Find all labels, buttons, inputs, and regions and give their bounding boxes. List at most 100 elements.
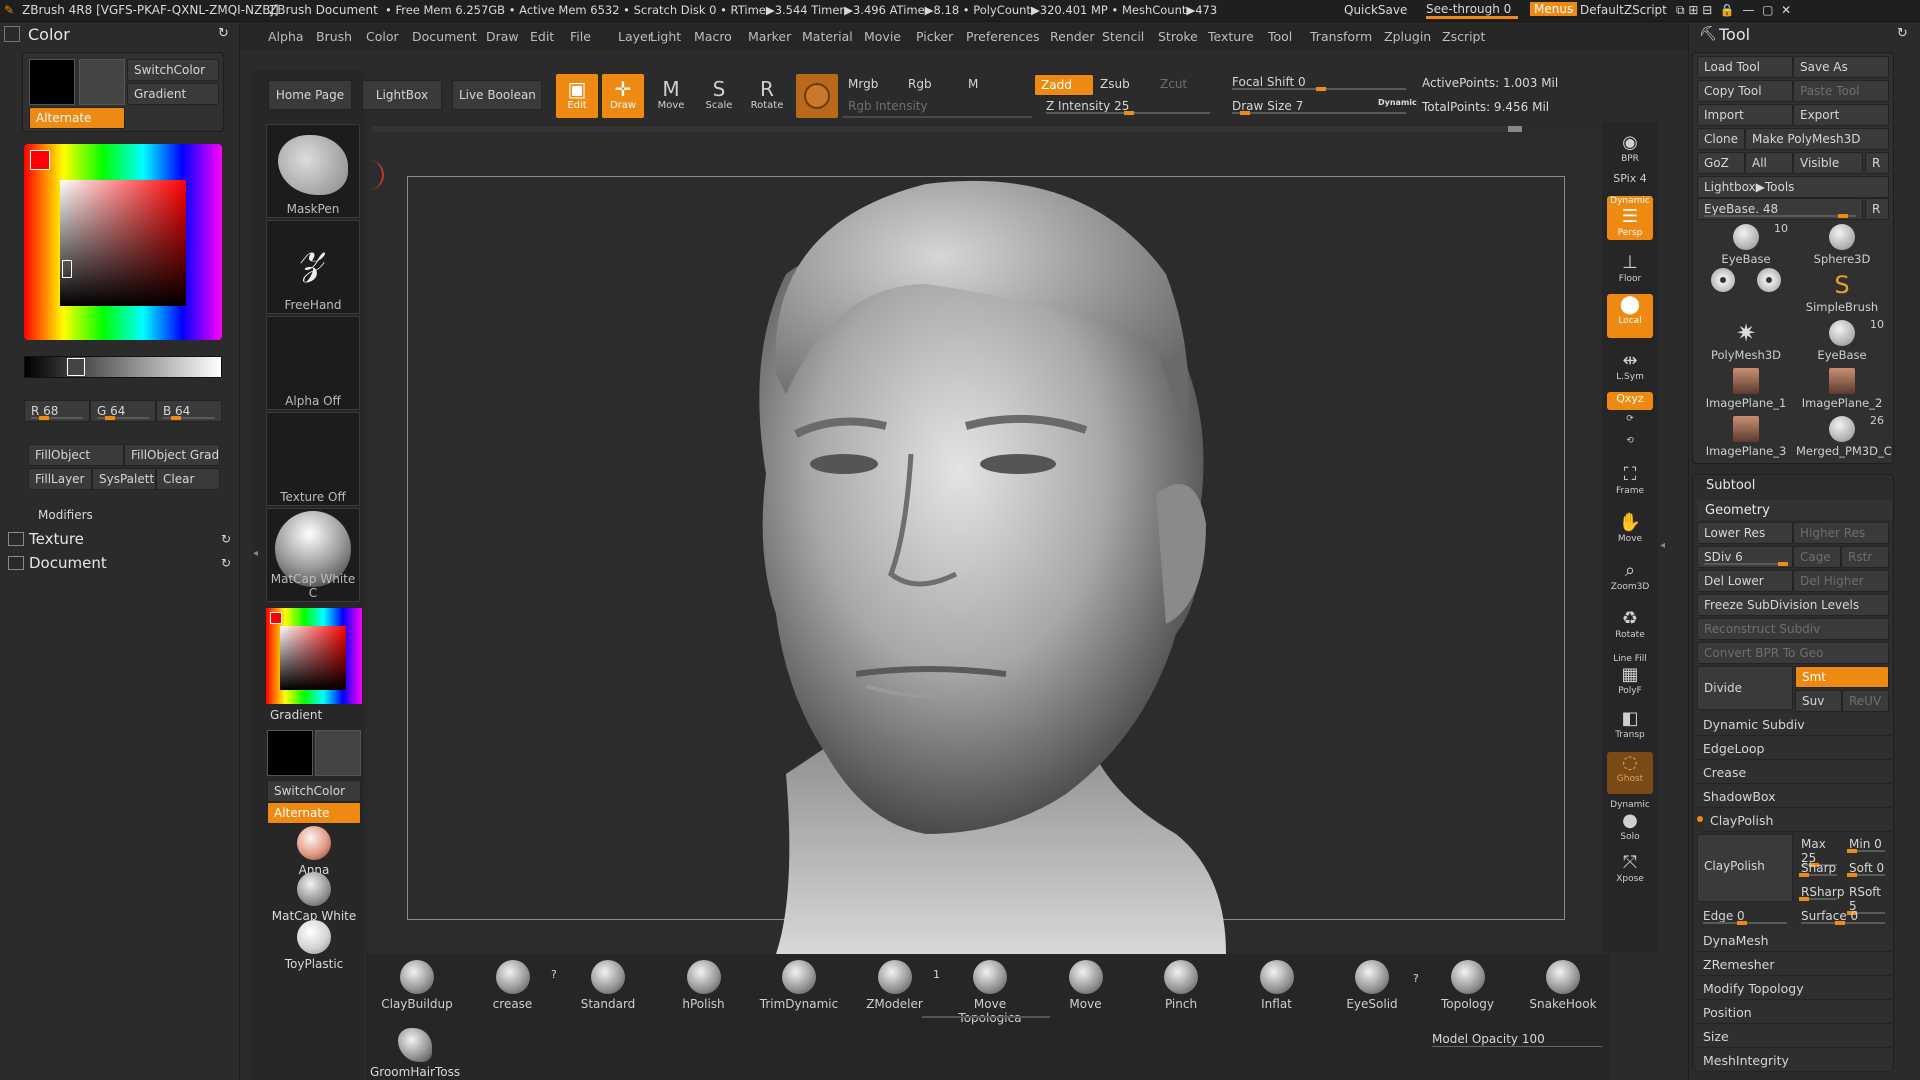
transp-button[interactable]: ◧ Transp bbox=[1607, 708, 1653, 746]
reconstruct-subdiv-button[interactable]: Reconstruct Subdiv bbox=[1697, 618, 1889, 640]
menu-edit[interactable]: Edit bbox=[530, 29, 554, 44]
fill-object-button[interactable]: FillObject bbox=[28, 444, 124, 466]
move-mode-button[interactable]: M Move bbox=[650, 74, 692, 118]
brush-standard[interactable]: Standard bbox=[563, 960, 653, 1011]
goz-visible-button[interactable]: Visible bbox=[1793, 152, 1863, 174]
mrgb-button[interactable]: Mrgb bbox=[842, 74, 902, 94]
modifiers-label[interactable]: Modifiers bbox=[38, 508, 93, 522]
menu-document[interactable]: Document bbox=[412, 29, 477, 44]
shelf-gradient-label[interactable]: Gradient bbox=[270, 708, 322, 722]
rstr-button[interactable]: Rstr bbox=[1841, 546, 1889, 568]
export-button[interactable]: Export bbox=[1793, 104, 1889, 126]
make-polymesh-button[interactable]: Make PolyMesh3D bbox=[1745, 128, 1889, 150]
texture-slot[interactable]: Texture Off bbox=[266, 412, 360, 506]
eyesolid-help-icon[interactable]: ? bbox=[1413, 972, 1419, 985]
menu-zscript[interactable]: Zscript bbox=[1442, 29, 1485, 44]
zcut-button[interactable]: Zcut bbox=[1154, 74, 1214, 94]
lower-res-button[interactable]: Lower Res bbox=[1697, 522, 1793, 544]
modify-topology-section[interactable]: Modify Topology bbox=[1697, 978, 1892, 1000]
shelf-secondary-color[interactable] bbox=[315, 730, 361, 776]
surface-slider[interactable]: Surface 0 bbox=[1795, 906, 1891, 926]
menu-stencil[interactable]: Stencil bbox=[1102, 29, 1144, 44]
smt-toggle[interactable]: Smt bbox=[1795, 666, 1889, 688]
solo-button[interactable]: Dynamic ● Solo bbox=[1607, 800, 1653, 842]
copy-tool-button[interactable]: Copy Tool bbox=[1697, 80, 1793, 102]
load-tool-button[interactable]: Load Tool bbox=[1697, 56, 1793, 78]
eyebase-slider[interactable]: EyeBase. 48 bbox=[1697, 198, 1863, 220]
move-view-button[interactable]: ✋ Move bbox=[1607, 512, 1653, 550]
anna-material[interactable]: Anna bbox=[266, 826, 362, 877]
goz-all-button[interactable]: All bbox=[1745, 152, 1793, 174]
menu-material[interactable]: Material bbox=[802, 29, 853, 44]
edit-mode-button[interactable]: ▣ Edit bbox=[556, 74, 598, 118]
suv-toggle[interactable]: Suv bbox=[1795, 690, 1842, 712]
clone-button[interactable]: Clone bbox=[1697, 128, 1745, 150]
geometry-header[interactable]: Geometry bbox=[1697, 500, 1892, 520]
main-color-swatch[interactable] bbox=[29, 59, 75, 105]
crease-help-icon[interactable]: ? bbox=[551, 968, 557, 981]
alternate-button[interactable]: Alternate bbox=[29, 107, 125, 129]
document-palette[interactable]: Document bbox=[29, 554, 107, 572]
fill-layer-button[interactable]: FillLayer bbox=[28, 468, 92, 490]
secondary-color-swatch[interactable] bbox=[79, 59, 125, 105]
tool-thumb-imageplane-1[interactable]: ImagePlane_1 bbox=[1700, 366, 1792, 412]
claypolish-button[interactable]: ClayPolish bbox=[1697, 834, 1793, 902]
top-scrollbar-thumb[interactable] bbox=[1508, 126, 1522, 132]
brush-scroll-indicator[interactable] bbox=[922, 1016, 1050, 1020]
color-cursor[interactable] bbox=[62, 260, 72, 278]
groom-hair-toss-brush[interactable]: GroomHairToss bbox=[370, 1028, 460, 1079]
top-scrollbar[interactable] bbox=[372, 126, 1522, 132]
zadd-button[interactable]: Zadd bbox=[1034, 74, 1094, 96]
texture-refresh-icon[interactable]: ↻ bbox=[221, 532, 231, 546]
floor-button[interactable]: ⊥ Floor bbox=[1607, 252, 1653, 288]
local-button[interactable]: ⬤ Local bbox=[1607, 294, 1653, 338]
gradient-button[interactable]: Gradient bbox=[127, 83, 219, 105]
persp-button[interactable]: Dynamic ☰ Persp bbox=[1607, 196, 1653, 240]
spix-slider[interactable]: SPix 4 bbox=[1607, 172, 1653, 190]
edgeloop-section[interactable]: EdgeLoop bbox=[1697, 738, 1892, 760]
brush-snakehook[interactable]: SnakeHook bbox=[1518, 960, 1608, 1011]
higher-res-button[interactable]: Higher Res bbox=[1793, 522, 1889, 544]
brush-eyesolid[interactable]: EyeSolid bbox=[1327, 960, 1417, 1011]
live-boolean-button[interactable]: Live Boolean bbox=[452, 80, 542, 110]
brush-claybuildup[interactable]: ClayBuildup bbox=[372, 960, 462, 1011]
sdiv-slider[interactable]: SDiv 6 bbox=[1697, 546, 1793, 568]
clear-button[interactable]: Clear bbox=[156, 468, 220, 490]
value-slider-knob[interactable] bbox=[67, 358, 85, 376]
rgb-intensity-slider[interactable]: Rgb Intensity bbox=[842, 96, 1032, 118]
del-lower-button[interactable]: Del Lower bbox=[1697, 570, 1793, 592]
goz-button[interactable]: GoZ bbox=[1697, 152, 1745, 174]
tool-thumb-merged-pm3d-c[interactable]: Merged_PM3D_C 26 bbox=[1796, 414, 1892, 460]
sys-palette-button[interactable]: SysPalette bbox=[92, 468, 156, 490]
fill-object-grad-button[interactable]: FillObject Grad bbox=[124, 444, 220, 466]
menu-render[interactable]: Render bbox=[1050, 29, 1095, 44]
rotate-view-button[interactable]: ♻ Rotate bbox=[1607, 608, 1653, 646]
maskpen-brush-slot[interactable]: MaskPen bbox=[266, 124, 360, 218]
polyf-button[interactable]: Line Fill ▦ PolyF bbox=[1607, 654, 1653, 700]
tool-thumb-imageplane-3[interactable]: ImagePlane_3 bbox=[1700, 414, 1792, 460]
zoom3d-button[interactable]: ⌕ Zoom3D bbox=[1607, 560, 1653, 598]
menu-brush[interactable]: Brush bbox=[316, 29, 352, 44]
switch-color-button[interactable]: SwitchColor bbox=[127, 59, 219, 81]
freeze-subdivision-button[interactable]: Freeze SubDivision Levels bbox=[1697, 594, 1889, 616]
tool-thumb-polymesh3d[interactable]: ✷ PolyMesh3D bbox=[1700, 318, 1792, 364]
xpose-button[interactable]: ⤧ Xpose bbox=[1607, 852, 1653, 890]
lsym-button[interactable]: ⇹ L.Sym bbox=[1607, 350, 1653, 384]
shelf-color-picker[interactable] bbox=[266, 608, 362, 704]
brush-move[interactable]: Move bbox=[1041, 960, 1131, 1011]
bpr-button[interactable]: ◉ BPR bbox=[1607, 132, 1653, 168]
tool-refresh-icon[interactable]: ↻ bbox=[1897, 26, 1908, 41]
refresh-icon[interactable]: ↻ bbox=[218, 26, 229, 41]
rgb-button[interactable]: Rgb bbox=[902, 74, 962, 94]
material-slot[interactable]: MatCap White C bbox=[266, 508, 360, 602]
menu-zplugin[interactable]: Zplugin bbox=[1384, 29, 1431, 44]
quicksave-button[interactable]: QuickSave bbox=[1344, 3, 1407, 17]
b-slider[interactable]: B 64 bbox=[156, 400, 222, 422]
menu-marker[interactable]: Marker bbox=[748, 29, 791, 44]
cage-button[interactable]: Cage bbox=[1793, 546, 1841, 568]
m-button[interactable]: M bbox=[962, 74, 1022, 94]
min-slider[interactable]: Min 0 bbox=[1843, 834, 1891, 854]
texture-palette[interactable]: Texture bbox=[29, 530, 84, 548]
menu-picker[interactable]: Picker bbox=[916, 29, 953, 44]
frame-button[interactable]: ⛶ Frame bbox=[1607, 464, 1653, 502]
